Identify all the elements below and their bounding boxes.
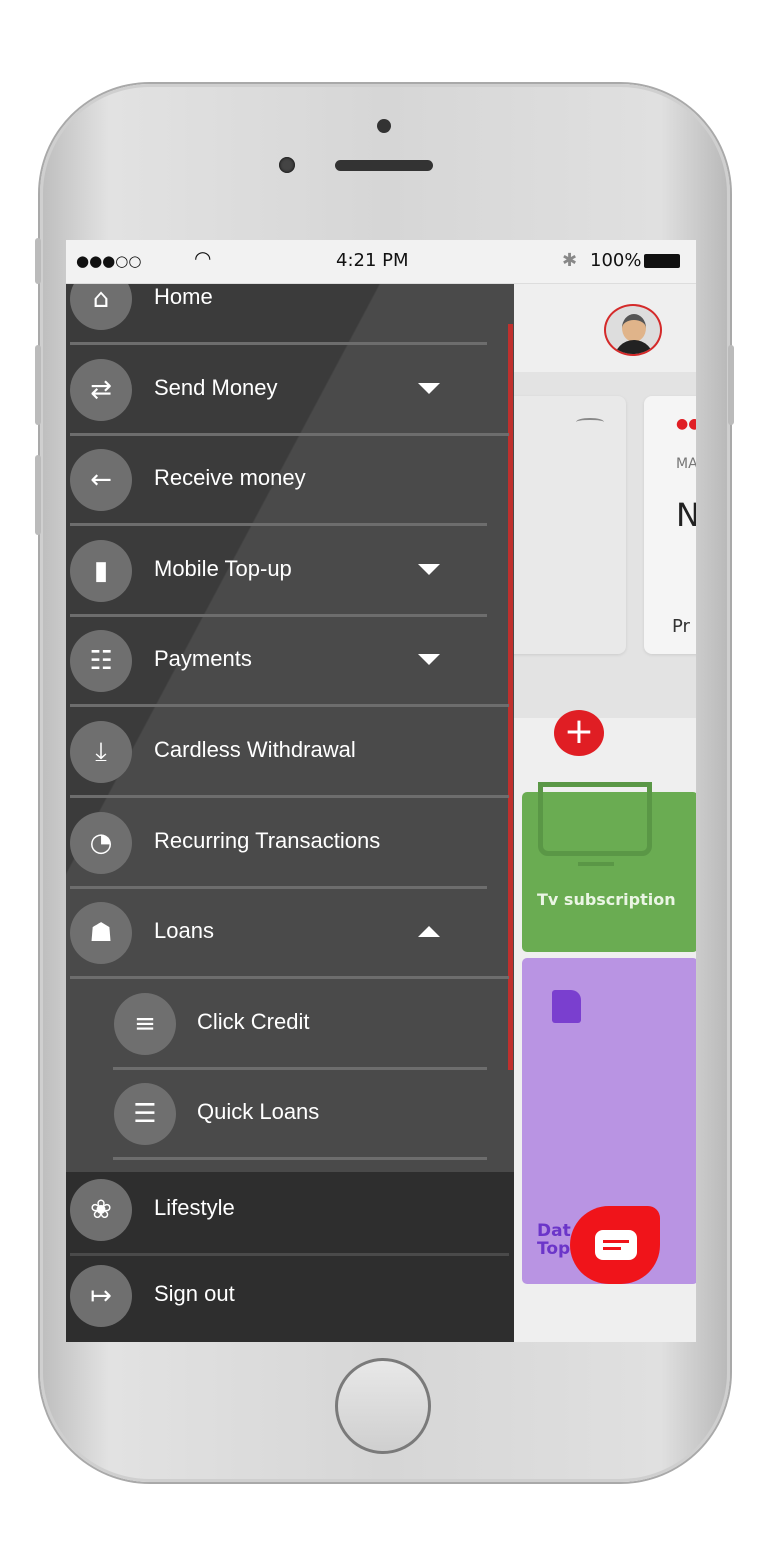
navigation-drawer: ⌂ Home ⇄ Send Money ← Receive money ▮ Mobile To… [66, 284, 514, 1342]
transfer-icon: ⇄ [70, 358, 132, 421]
power-button [728, 345, 734, 425]
status-bar: ●●●○○ ◠ 4:21 PM ✱ 100% [66, 240, 696, 284]
account-card[interactable]: + [504, 396, 626, 756]
lifestyle-tree-icon: ❀ [70, 1179, 132, 1241]
menu-item-label: Send Money [154, 374, 278, 400]
menu-item-loans[interactable]: ☗ Loans [66, 888, 514, 980]
screen: ●●●○○ ◠ 4:21 PM ✱ 100% + ●● MA N Pr Tv s… [66, 240, 696, 1342]
menu-item-label: Payments [154, 646, 252, 672]
earpiece-speaker [335, 160, 433, 171]
atm-icon: ⤓ [70, 721, 132, 783]
chevron-down-icon[interactable] [418, 382, 440, 394]
menu-item-quick-loans[interactable]: ☰ Quick Loans [66, 1069, 514, 1161]
home-screen-background: + ●● MA N Pr Tv subscription DateTop [504, 284, 696, 1342]
card-label: MA [676, 456, 696, 472]
menu-item-label: Quick Loans [197, 1099, 320, 1125]
menu-item-click-credit[interactable]: ≡ Click Credit [66, 979, 514, 1070]
sim-card-icon: ▮ [70, 539, 132, 602]
tile-label: Tv subscription [537, 890, 676, 909]
menu-item-sign-out[interactable]: ↦ Sign out [66, 1251, 514, 1341]
sim-card-icon [552, 990, 581, 1023]
avatar[interactable] [604, 304, 662, 356]
volume-down-button [35, 455, 41, 535]
menu-item-label: Lifestyle [154, 1195, 235, 1220]
sign-out-icon: ↦ [70, 1265, 132, 1327]
battery-icon [644, 254, 680, 268]
divider [113, 1157, 487, 1161]
front-camera [279, 157, 295, 173]
menu-item-send-money[interactable]: ⇄ Send Money [66, 345, 514, 436]
card-footer: Pr [672, 616, 690, 637]
menu-item-home[interactable]: ⌂ Home [66, 284, 514, 345]
wifi-icon: ◠ [194, 246, 212, 270]
home-button[interactable] [335, 1358, 431, 1454]
volume-up-button [35, 345, 41, 425]
recurring-coins-icon: ◔ [70, 811, 132, 874]
more-dots-icon[interactable]: ●● [676, 416, 696, 432]
money-fly-icon: ≡ [114, 992, 176, 1055]
menu-item-label: Click Credit [197, 1008, 310, 1034]
chat-button[interactable] [570, 1206, 660, 1284]
menu-item-lifestyle[interactable]: ❀ Lifestyle [66, 1165, 514, 1256]
menu-item-mobile-top-up[interactable]: ▮ Mobile Top-up [66, 526, 514, 617]
chevron-up-icon[interactable] [418, 926, 440, 938]
mute-switch [35, 238, 41, 284]
menu-item-label: Loans [154, 918, 214, 944]
receive-phone-icon: ← [70, 449, 132, 512]
menu-item-label: Home [154, 284, 213, 309]
add-button[interactable]: + [554, 710, 604, 756]
menu-item-receive-money[interactable]: ← Receive money [66, 435, 514, 527]
menu-item-cardless-withdrawal[interactable]: ⤓ Cardless Withdrawal [66, 707, 514, 798]
chevron-down-icon[interactable] [418, 563, 440, 575]
eye-closed-icon[interactable] [576, 418, 604, 426]
menu-item-label: Sign out [154, 1281, 235, 1306]
menu-item-payments[interactable]: ☷ Payments [66, 616, 514, 708]
battery-percent: 100% [590, 250, 642, 271]
menu-item-label: Receive money [154, 465, 306, 491]
card-value: N [676, 496, 696, 534]
home-icon: ⌂ [70, 284, 132, 330]
tv-icon [538, 782, 652, 856]
proximity-sensor [377, 119, 391, 133]
menu-item-label: Mobile Top-up [154, 555, 292, 581]
tv-subscription-tile[interactable]: Tv subscription [522, 782, 696, 952]
menu-item-label: Recurring Transactions [154, 827, 381, 853]
cash-icon: ☷ [70, 630, 132, 693]
menu-item-label: Cardless Withdrawal [154, 737, 356, 762]
account-card-2[interactable]: ●● MA N Pr [644, 396, 696, 654]
chevron-down-icon[interactable] [418, 654, 440, 666]
signal-indicator: ●●●○○ [76, 252, 142, 270]
money-bag-icon: ☰ [114, 1083, 176, 1146]
bluetooth-icon: ✱ [562, 250, 578, 271]
loan-hand-icon: ☗ [70, 902, 132, 965]
clock: 4:21 PM [336, 250, 409, 271]
menu-item-recurring-transactions[interactable]: ◔ Recurring Transactions [66, 798, 514, 889]
chat-icon [595, 1230, 637, 1260]
